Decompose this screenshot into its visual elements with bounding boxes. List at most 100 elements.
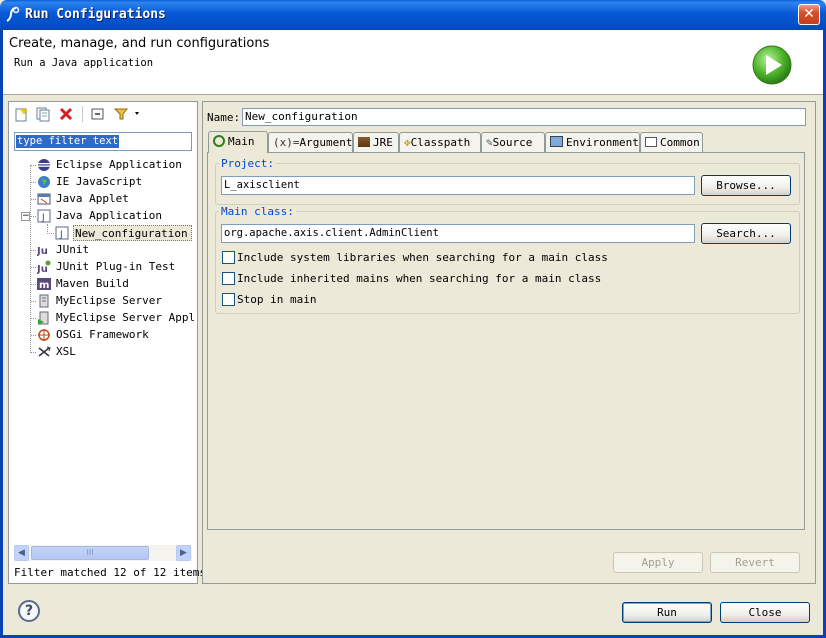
banner-title: Create, manage, and run configurations [9,36,270,51]
collapse-all-icon[interactable] [90,106,106,122]
main-class-label: Main class: [219,205,296,218]
tab-classpath[interactable]: ✥Classpath [399,132,481,152]
junit-icon: Ju [36,243,51,257]
tree-guide-branch [31,199,36,200]
classpath-icon: ✥ [404,136,411,149]
eclipse-icon [37,158,51,172]
name-field[interactable]: New_configuration [242,108,806,126]
toolbar-separator [82,106,83,122]
include-system-libraries-checkbox[interactable] [222,251,235,264]
tab-label: Classpath [410,136,471,149]
project-label: Project: [219,157,276,170]
tree-guide-branch [31,284,36,285]
run-config-icon [5,6,21,23]
stop-in-main-label[interactable]: Stop in main [237,293,316,306]
scroll-left-icon[interactable]: ◀ [14,545,29,561]
scroll-right-icon[interactable]: ▶ [176,545,191,561]
tab-arguments[interactable]: (x)=Arguments [268,132,359,152]
close-icon[interactable]: ✕ [798,4,820,25]
java-app-icon: J [37,209,51,223]
tree-item[interactable]: MyEclipse Server [56,293,162,309]
server-icon [37,294,51,308]
server-app-icon [37,311,51,325]
tree-item[interactable]: Eclipse Application [56,157,182,173]
tree-item[interactable]: OSGi Framework [56,327,149,343]
include-inherited-mains-label[interactable]: Include inherited mains when searching f… [237,272,601,285]
tree-item[interactable]: New_configuration [73,225,192,241]
collapse-icon[interactable]: − [21,212,30,221]
tab-content [207,152,805,530]
tab-label: Arguments [299,136,360,149]
tab-label: Environment [566,136,639,149]
common-icon [645,137,657,147]
globe-icon [37,175,51,189]
apply-button[interactable]: Apply [613,552,703,573]
banner-subtitle: Run a Java application [14,57,154,69]
include-inherited-mains-checkbox[interactable] [222,272,235,285]
run-button[interactable]: Run [622,602,712,623]
delete-icon[interactable] [58,106,74,122]
tree-item[interactable]: JUnit Plug-in Test [56,259,175,275]
tree-guide-branch [47,233,54,234]
tab-label: Common [660,136,700,149]
browse-button[interactable]: Browse... [701,175,791,196]
tab-source[interactable]: ✎Source [481,132,545,152]
window-title: Run Configurations [25,7,166,22]
search-button[interactable]: Search... [701,223,791,244]
tree-item[interactable]: XSL [56,344,76,360]
tab-label: Source [492,136,533,149]
include-system-libraries-label[interactable]: Include system libraries when searching … [237,251,608,264]
xsl-icon [37,345,51,359]
tree-item[interactable]: JUnit [56,242,89,258]
main-class-field[interactable]: org.apache.axis.client.AdminClient [221,224,695,243]
new-launch-config-icon[interactable] [13,106,29,122]
duplicate-icon[interactable] [35,106,51,122]
tree-guide-branch [31,352,36,353]
svg-text:J: J [41,213,45,223]
tree-guide-branch [31,182,36,183]
svg-text:J: J [59,230,63,240]
tree-item[interactable]: Maven Build [56,276,129,292]
source-icon: ✎ [486,136,493,149]
maven-icon: m [37,277,51,291]
tree-guide-branch [31,267,36,268]
tree-item[interactable]: Java Applet [56,191,129,207]
project-field[interactable]: L_axisclient [221,176,695,195]
name-label: Name: [207,111,241,124]
tab-label: Main [228,135,255,148]
tree-item[interactable]: Java Application [56,208,162,224]
tab-label: JRE [373,136,393,149]
stop-in-main-checkbox[interactable] [222,293,235,306]
environment-icon [550,136,563,147]
scrollbar-thumb[interactable]: III [31,546,149,560]
junit-plugin-icon: Ju [36,260,51,275]
tree-guide-branch [31,301,36,302]
window-frame-left [0,30,3,638]
jre-icon [358,137,370,147]
tab-jre[interactable]: JRE [353,132,399,152]
tree-item[interactable]: IE JavaScript [56,174,142,190]
osgi-icon [37,328,51,342]
main-tab-icon [213,135,225,147]
tree-guide-branch [31,165,36,166]
svg-text:m: m [39,280,49,291]
tree-guide-branch [31,250,36,251]
svg-text:Ju: Ju [37,264,48,274]
close-button[interactable]: Close [720,602,810,623]
tree-guide-branch [31,216,36,217]
applet-icon [37,192,51,206]
tab-environment[interactable]: Environment [545,132,640,152]
svg-text:Ju: Ju [37,246,48,257]
java-app-icon: J [55,226,69,240]
revert-button[interactable]: Revert [710,552,800,573]
tree-item[interactable]: MyEclipse Server Applic [56,310,194,326]
run-logo-icon [751,44,793,86]
tab-main[interactable]: Main [208,131,268,153]
tree-guide-branch [31,318,36,319]
tree-guide-line [30,165,31,353]
tree-guide-branch [31,335,36,336]
help-icon[interactable]: ? [18,600,40,622]
tab-common[interactable]: Common [640,132,703,152]
filter-input-text[interactable]: type filter text [16,135,120,148]
filter-icon[interactable] [113,106,141,122]
